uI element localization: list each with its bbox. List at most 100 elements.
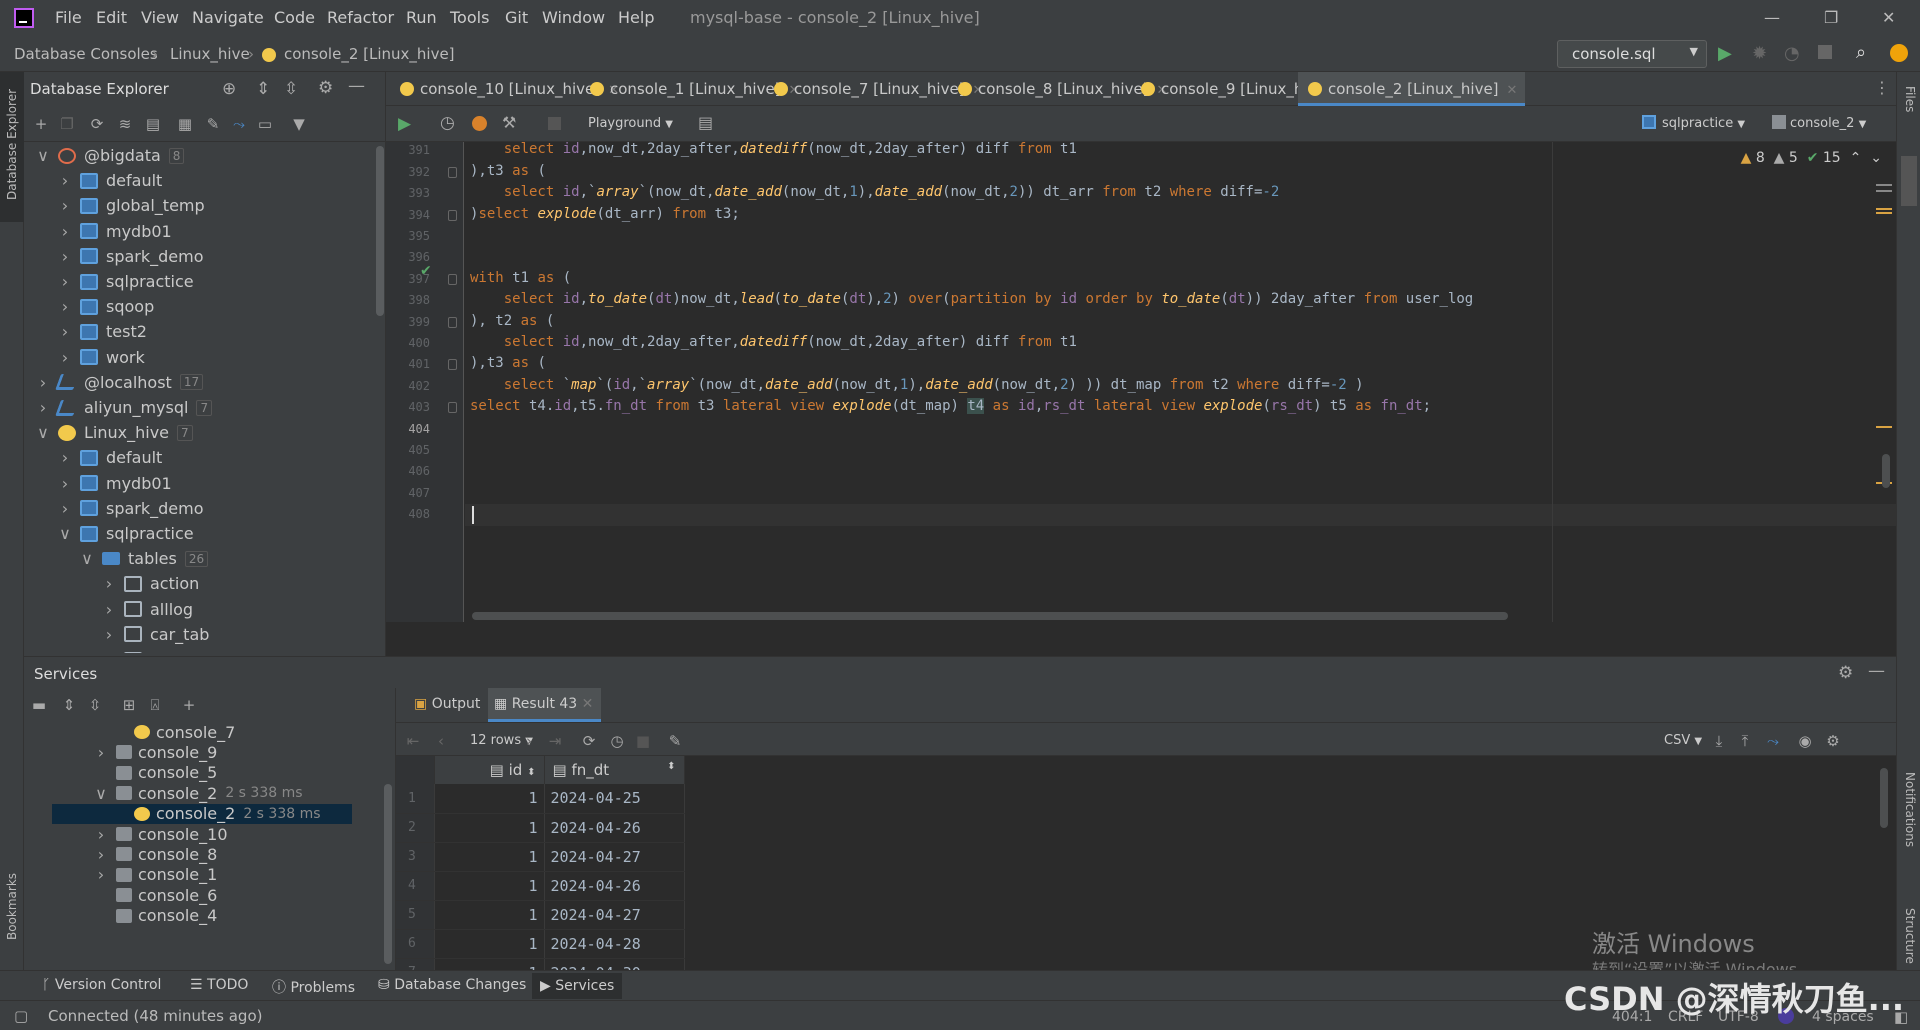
tree-node[interactable]: › default (58, 445, 163, 470)
chevron-right-icon[interactable]: › (58, 222, 72, 241)
compare-icon[interactable]: ⤳ (1764, 732, 1782, 750)
bookmarks-stripe-button[interactable]: Bookmarks (5, 873, 19, 940)
grid-settings-gear-icon[interactable]: ⚙ (1824, 732, 1842, 750)
hide-services-icon[interactable]: — (1868, 661, 1885, 681)
menu-tools[interactable]: Tools (450, 8, 489, 27)
previous-page-icon[interactable]: ‹ (432, 732, 450, 750)
chevron-right-icon[interactable]: › (58, 171, 72, 190)
chevron-right-icon[interactable]: › (102, 625, 116, 644)
fold-marker-icon[interactable] (448, 359, 457, 371)
cell-id[interactable]: 1 (434, 842, 545, 872)
cell-fn-dt[interactable]: 2024-04-28 (544, 929, 685, 959)
editor-vertical-scrollbar[interactable] (1882, 454, 1890, 488)
service-node[interactable]: console_2 2 s 338 ms (52, 803, 352, 824)
service-node[interactable]: › console_1 (94, 865, 218, 885)
panel-toggle-icon[interactable]: ▢ (14, 1007, 28, 1025)
cell-fn-dt[interactable]: 2024-04-26 (544, 813, 685, 843)
menu-code[interactable]: Code (274, 8, 315, 27)
tree-node[interactable]: › sqlpractice (58, 269, 194, 294)
close-tab-icon[interactable]: ✕ (582, 696, 594, 712)
cell-fn-dt[interactable]: 2024-04-27 (544, 842, 685, 872)
more-tabs-icon[interactable]: ⋮ (1874, 78, 1890, 97)
cell-id[interactable]: 1 (434, 871, 545, 901)
table-row[interactable]: 5 1 2024-04-27 (396, 900, 685, 930)
editor-tab[interactable]: console_7 [Linux_hive] ✕ (774, 72, 983, 106)
first-page-icon[interactable]: ⇤ (404, 732, 422, 750)
fold-marker-icon[interactable] (448, 273, 457, 285)
cell-fn-dt[interactable]: 2024-04-26 (544, 871, 685, 901)
menu-git[interactable]: Git (505, 8, 528, 27)
tool-database-changes[interactable]: ⛁ Database Changes (378, 977, 526, 993)
hide-panel-icon[interactable]: — (348, 76, 365, 96)
cell-fn-dt[interactable]: 2024-04-25 (544, 784, 685, 814)
result-grid[interactable]: ▤ id ⬍ ▤ fn_dt ⬍ 1 1 2024-04-25 2 1 2024-04-2… (396, 756, 686, 970)
cell-id[interactable]: 1 (434, 784, 545, 814)
crosshair-icon[interactable]: ⊕ (222, 79, 236, 99)
menu-run[interactable]: Run (406, 8, 437, 27)
cell-id[interactable]: 1 (434, 900, 545, 930)
editor-tab[interactable]: console_2 [Linux_hive] ✕ (1298, 72, 1526, 106)
code-line[interactable]: select id,`array`(now_dt,date_add(now_dt… (470, 184, 1280, 200)
tool-services[interactable]: ▶ Services (532, 973, 623, 999)
add-service-icon[interactable]: + (180, 696, 198, 714)
column-header-id[interactable]: ▤ id ⬍ (434, 756, 545, 784)
chevron-right-icon[interactable]: › (58, 297, 72, 316)
reload-icon[interactable]: ⟳ (580, 732, 598, 750)
notifications-stripe-button[interactable]: Notifications (1903, 772, 1917, 847)
code-line[interactable]: )select explode(dt_arr) from t3; (470, 206, 740, 222)
services-scrollbar[interactable] (384, 784, 392, 964)
sort-icon[interactable]: ⬍ (667, 761, 675, 772)
menu-edit[interactable]: Edit (96, 8, 127, 27)
playground-mode-select[interactable]: Playground ▼ (588, 116, 673, 131)
collapse-all-icon[interactable]: ⇳ (284, 79, 298, 99)
stop-icon[interactable] (1818, 45, 1832, 59)
expand-all-icon[interactable]: ⇕ (60, 696, 78, 714)
edit-icon[interactable]: ✎ (204, 115, 222, 133)
settings-wrench-icon[interactable]: ⚒ (502, 113, 516, 132)
last-page-icon[interactable]: ⇥ (546, 732, 564, 750)
chevron-right-icon[interactable]: › (102, 574, 116, 593)
service-node[interactable]: › console_10 (94, 824, 228, 844)
chevron-right-icon[interactable]: › (94, 825, 108, 844)
breadcrumb-linux-hive[interactable]: Linux_hive (170, 45, 250, 63)
services-settings-gear-icon[interactable]: ⚙ (1838, 663, 1853, 683)
table-row[interactable]: 712024-04-30 (396, 958, 685, 970)
group-icon[interactable]: ▬ (30, 696, 48, 714)
service-node[interactable]: console_6 (94, 885, 217, 905)
menu-file[interactable]: File (55, 8, 82, 27)
code-line[interactable]: with t1 as ( (470, 270, 571, 286)
chevron-right-icon[interactable]: › (58, 499, 72, 518)
code-line[interactable]: select id,now_dt,2day_after,datediff(now… (470, 142, 1077, 157)
export-format-select[interactable]: CSV ▼ (1664, 733, 1702, 748)
group-by-type-icon[interactable]: ⊞ (120, 696, 138, 714)
tree-node[interactable]: › spark_demo (58, 244, 204, 269)
update-icon[interactable] (1890, 44, 1908, 62)
column-header-fn-dt[interactable]: ▤ fn_dt ⬍ (544, 756, 685, 784)
table-row[interactable]: 4 1 2024-04-26 (396, 871, 685, 901)
editor-tab[interactable]: console_8 [Linux_hive] ✕ (958, 72, 1167, 106)
chevron-right-icon[interactable]: › (58, 272, 72, 291)
collapse-all-icon[interactable]: ⇳ (86, 696, 104, 714)
tree-node[interactable]: › global_temp (58, 193, 205, 218)
error-stripe-mark[interactable] (1876, 212, 1892, 214)
tool-version-control[interactable]: ᚴ Version Control (42, 977, 161, 993)
close-tab-icon[interactable]: ✕ (1507, 83, 1518, 98)
error-stripe-mark[interactable] (1876, 208, 1892, 210)
tree-node[interactable]: › action (102, 571, 199, 596)
menu-refactor[interactable]: Refactor (327, 8, 394, 27)
code-line[interactable]: select id,to_date(dt)now_dt,lead(to_date… (470, 291, 1474, 307)
chevron-right-icon[interactable]: › (94, 865, 108, 884)
editor-tab[interactable]: console_1 [Linux_hive] ✕ (590, 72, 799, 106)
add-icon[interactable]: + (32, 115, 50, 133)
chevron-down-icon[interactable]: ∨ (58, 524, 72, 543)
code-line[interactable]: ),t3 as ( (470, 163, 546, 179)
table-row[interactable]: 1 1 2024-04-25 (396, 784, 685, 814)
settings-gear-icon[interactable]: ⚙ (318, 78, 333, 98)
chevron-right-icon[interactable]: › (58, 247, 72, 266)
code-line[interactable]: ), t2 as ( (470, 313, 554, 329)
tree-node[interactable]: › mydb01 (58, 471, 172, 496)
editor-horizontal-scrollbar[interactable] (472, 612, 1508, 620)
chevron-down-icon[interactable]: ∨ (94, 784, 108, 803)
translate-stripe-icon[interactable] (1901, 156, 1917, 206)
tree-scrollbar[interactable] (376, 146, 384, 316)
